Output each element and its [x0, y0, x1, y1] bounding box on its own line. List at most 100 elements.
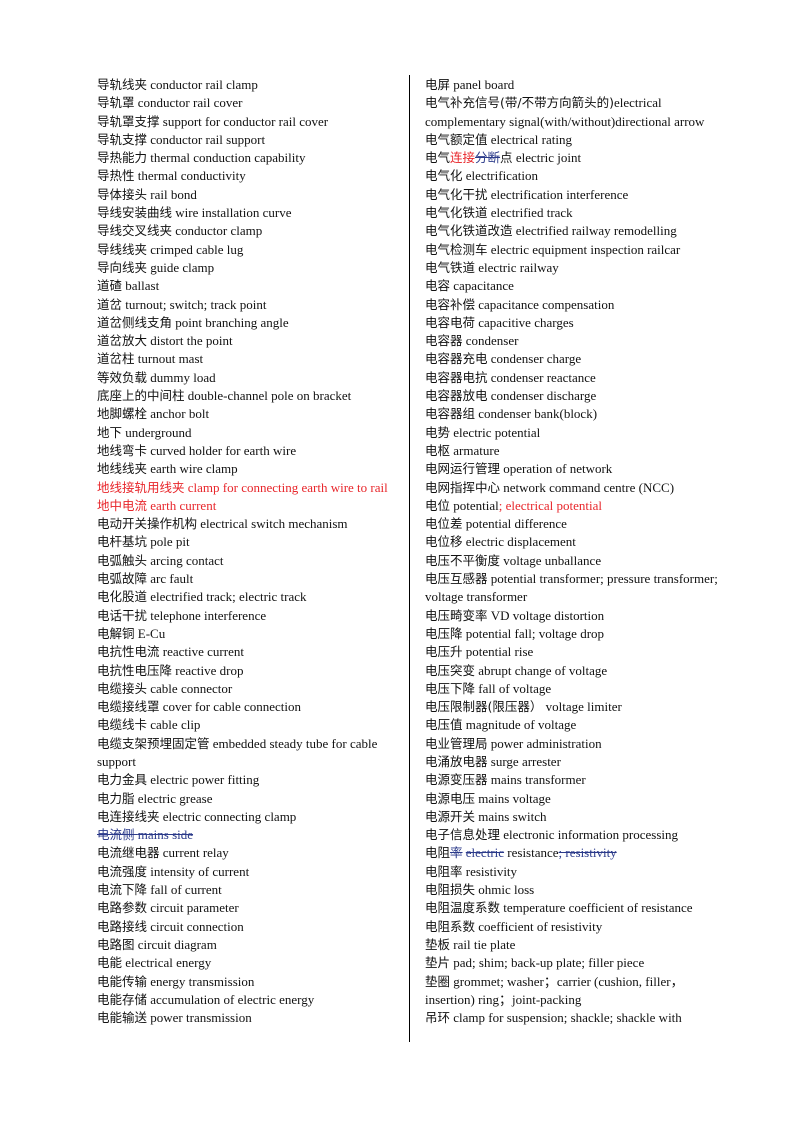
- term-chinese: 电气化: [425, 168, 463, 184]
- term-english: current relay: [162, 845, 229, 861]
- term-chinese: 电气铁道: [425, 259, 476, 275]
- term-english: VD voltage distortion: [490, 607, 605, 623]
- glossary-entry: 电屏 panel board: [425, 76, 730, 94]
- term-english: curved holder for earth wire: [150, 442, 297, 458]
- term-chinese: 垫片: [425, 955, 451, 971]
- glossary-entry: 电抗性电压降 reactive drop: [97, 662, 399, 680]
- term-english: condenser bank(block): [478, 406, 598, 422]
- glossary-entry: 导向线夹 guide clamp: [97, 259, 399, 277]
- term-english: reactive drop: [175, 662, 244, 678]
- glossary-entry: 电压互感器 potential transformer; pressure tr…: [425, 570, 730, 607]
- term-chinese: 电缆线卡: [97, 717, 148, 733]
- term-chinese: 电缆接头: [97, 680, 148, 696]
- glossary-entry: 电缆接线罩 cover for cable connection: [97, 698, 399, 716]
- glossary-entry: 电气连接分断点 electric joint: [425, 149, 730, 167]
- glossary-entry: 道岔侧线支角 point branching angle: [97, 314, 399, 332]
- glossary-entry: 电压下降 fall of voltage: [425, 680, 730, 698]
- glossary-entry: 电压不平衡度 voltage unballance: [425, 552, 730, 570]
- glossary-entry: 电容电荷 capacitive charges: [425, 314, 730, 332]
- glossary-entry: 导轨线夹 conductor rail clamp: [97, 76, 399, 94]
- entry-segment: ; electrical potential: [498, 497, 602, 513]
- term-english: potential fall; voltage drop: [465, 625, 605, 641]
- term-chinese: 电压畸变率: [425, 607, 488, 623]
- glossary-entry: 垫片 pad; shim; back-up plate; filler piec…: [425, 954, 730, 972]
- glossary-entry: 电连接线夹 electric connecting clamp: [97, 808, 399, 826]
- term-english: electrified track; electric track: [150, 589, 307, 605]
- term-english: conductor rail cover: [137, 95, 243, 111]
- glossary-entry: 电动开关操作机构 electrical switch mechanism: [97, 515, 399, 533]
- term-chinese: 电容补偿: [425, 296, 476, 312]
- glossary-entry: 电压突变 abrupt change of voltage: [425, 662, 730, 680]
- term-english: electric power fitting: [150, 772, 260, 788]
- term-chinese: 导线安装曲线: [97, 205, 173, 221]
- glossary-entry: 电阻率 resistivity: [425, 863, 730, 881]
- glossary-entry: 电容器电抗 condenser reactance: [425, 369, 730, 387]
- term-chinese: 电容器: [425, 333, 463, 349]
- term-chinese: 电流下降: [97, 882, 148, 898]
- term-chinese: 电动开关操作机构: [97, 516, 198, 532]
- term-english: conductor rail support: [150, 131, 266, 147]
- term-chinese: 电业管理局: [425, 735, 488, 751]
- glossary-entry: 地下 underground: [97, 424, 399, 442]
- glossary-entry: 地线线夹 earth wire clamp: [97, 460, 399, 478]
- term-chinese: 导轨线夹: [97, 77, 148, 92]
- term-chinese: 电路接线: [97, 918, 148, 934]
- term-chinese: 电压下降: [425, 680, 476, 696]
- term-english: voltage limiter: [545, 699, 622, 715]
- term-chinese: 电弧触头: [97, 552, 148, 568]
- term-chinese: 电容器组: [425, 406, 476, 422]
- glossary-entry: 电气化铁道改造 electrified railway remodelling: [425, 222, 730, 240]
- glossary-entry: 等效负载 dummy load: [97, 369, 399, 387]
- glossary-entry: 电缆接头 cable connector: [97, 680, 399, 698]
- glossary-entry: 电缆线卡 cable clip: [97, 716, 399, 734]
- glossary-entry: 电话干扰 telephone interference: [97, 607, 399, 625]
- glossary-entry: 电源电压 mains voltage: [425, 790, 730, 808]
- glossary-entry: 电解铜 E-Cu: [97, 625, 399, 643]
- term-chinese: 道岔柱: [97, 351, 135, 367]
- glossary-entry: 电能存储 accumulation of electric energy: [97, 991, 399, 1009]
- term-english: electric railway: [478, 259, 559, 275]
- term-english: earth wire clamp: [150, 461, 238, 477]
- term-english: earth current: [150, 497, 217, 513]
- term-english: pad; shim; back-up plate; filler piece: [453, 955, 645, 971]
- term-chinese: 电涌放电器: [425, 753, 488, 769]
- term-chinese: 电屏: [425, 77, 451, 92]
- term-chinese: 等效负载: [97, 369, 148, 385]
- term-english: circuit connection: [150, 918, 244, 934]
- glossary-entry: 电位 potential; electrical potential: [425, 497, 730, 515]
- glossary-entry: 电气检测车 electric equipment inspection rail…: [425, 241, 730, 259]
- glossary-entry: 电阻率 electric resistance; resistivity: [425, 844, 730, 862]
- glossary-entry: 电压限制器(限压器） voltage limiter: [425, 698, 730, 716]
- term-english: rail tie plate: [453, 936, 516, 952]
- glossary-entry: 电容器充电 condenser charge: [425, 350, 730, 368]
- term-english: mains transformer: [490, 772, 586, 788]
- term-chinese: 地线接轨用线夹: [97, 479, 185, 495]
- term-chinese: 电容器电抗: [425, 369, 488, 385]
- term-english: power administration: [490, 735, 602, 751]
- term-chinese: 电容器充电: [425, 351, 488, 367]
- term-chinese: 电气补充信号(带/不带方向箭头的): [425, 95, 614, 111]
- term-chinese: 电化股道: [97, 589, 148, 605]
- glossary-entry: 导线线夹 crimped cable lug: [97, 241, 399, 259]
- term-chinese: 地中电流: [97, 497, 148, 513]
- term-chinese: 道岔侧线支角: [97, 314, 173, 330]
- term-chinese: 电容: [425, 278, 451, 294]
- term-english: mains voltage: [478, 790, 551, 806]
- entry-segment: electric: [465, 845, 505, 861]
- term-english: abrupt change of voltage: [478, 662, 608, 678]
- term-chinese: 电流强度: [97, 863, 148, 879]
- term-chinese: 电抗性电压降: [97, 662, 173, 678]
- term-english: E-Cu: [137, 625, 166, 641]
- glossary-entry: 电容器放电 condenser discharge: [425, 387, 730, 405]
- glossary-entry: 电力脂 electric grease: [97, 790, 399, 808]
- term-chinese: 电容器放电: [425, 388, 488, 404]
- glossary-entry: 电容补偿 capacitance compensation: [425, 296, 730, 314]
- term-chinese: 电子信息处理: [425, 827, 501, 843]
- term-english: support for conductor rail cover: [162, 113, 329, 129]
- glossary-entry: 导线交叉线夹 conductor clamp: [97, 222, 399, 240]
- term-chinese: 导轨罩: [97, 95, 135, 111]
- glossary-entry: 电路接线 circuit connection: [97, 918, 399, 936]
- glossary-entry: 电气铁道 electric railway: [425, 259, 730, 277]
- glossary-entry: 电压升 potential rise: [425, 643, 730, 661]
- entry-segment: 连接: [450, 150, 476, 166]
